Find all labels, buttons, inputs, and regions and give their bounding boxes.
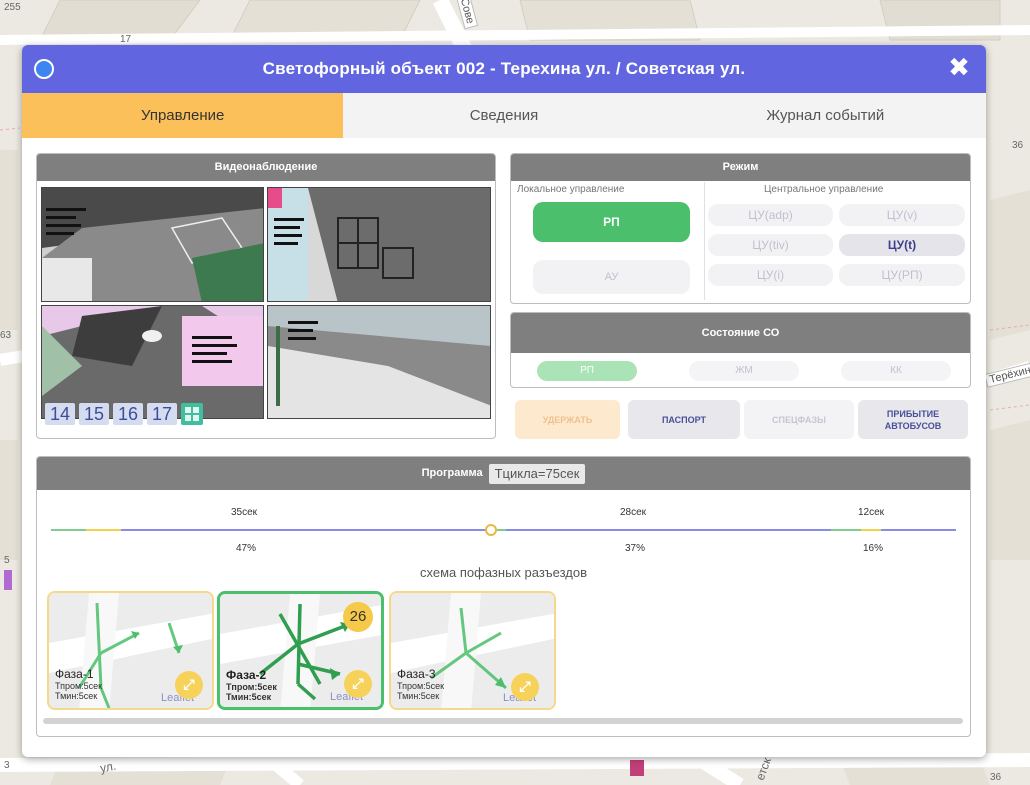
phase-2-expand-icon[interactable]: ⤢ bbox=[344, 670, 372, 698]
mode-panel: Режим Локальное управление Центральное у… bbox=[510, 153, 971, 304]
dialog-title: Светофорный объект 002 - Терехина ул. / … bbox=[262, 59, 746, 78]
phase-3-card[interactable]: Фаза-3 Тпром:5сек Тмин:5сек Leaflet ⤢ bbox=[389, 591, 556, 710]
phase-1-duration: 35сек bbox=[231, 507, 258, 518]
local-control-label: Локальное управление bbox=[517, 184, 625, 195]
camera-feed[interactable] bbox=[41, 305, 264, 419]
camera-16-button[interactable]: 16 bbox=[113, 403, 143, 425]
tab-info[interactable]: Сведения bbox=[343, 93, 664, 138]
state-jm-indicator: ЖМ bbox=[689, 361, 799, 381]
camera-grid: 14 15 16 17 bbox=[41, 187, 491, 427]
hold-button[interactable]: УДЕРЖАТЬ bbox=[515, 400, 620, 439]
map-house-number: 5 bbox=[4, 555, 10, 566]
phase-3-expand-icon[interactable]: ⤢ bbox=[511, 673, 539, 701]
camera-feed[interactable] bbox=[267, 305, 491, 419]
phase-2-name: Фаза-2 bbox=[226, 668, 267, 682]
phase-3-duration: 12сек bbox=[858, 507, 885, 518]
phase-2-tmin: Тмин:5сек bbox=[226, 692, 272, 702]
video-panel: Видеонаблюдение 14 15 16 17 bbox=[36, 153, 496, 439]
camera-15-button[interactable]: 15 bbox=[79, 403, 109, 425]
phase-1-card[interactable]: Фаза-1 Тпром:5сек Тмин:5сек Leaflet ⤢ bbox=[47, 591, 214, 710]
mode-cu-tiv-button[interactable]: ЦУ(tiv) bbox=[708, 234, 833, 256]
mode-cu-i-button[interactable]: ЦУ(i) bbox=[708, 264, 833, 286]
cycle-timeline[interactable] bbox=[51, 523, 956, 537]
bus-arrival-button[interactable]: ПРИБЫТИЕ АВТОБУСОВ bbox=[858, 400, 968, 439]
phase-2-percent: 37% bbox=[625, 543, 646, 554]
map-house-number: 17 bbox=[120, 34, 132, 45]
map-house-number: 63 bbox=[0, 330, 12, 341]
passport-button[interactable]: ПАСПОРТ bbox=[628, 400, 740, 439]
tab-bar: Управление Сведения Журнал событий bbox=[22, 93, 986, 138]
phase-2-timer: 26 bbox=[343, 602, 373, 632]
phase-3-tprom: Тпром:5сек bbox=[397, 681, 445, 691]
mode-rp-button[interactable]: РП bbox=[533, 202, 690, 242]
phase-1-percent: 47% bbox=[236, 543, 257, 554]
close-icon[interactable]: ✖ bbox=[946, 55, 972, 81]
state-kk-indicator: КК bbox=[841, 361, 951, 381]
traffic-light-dialog: Светофорный объект 002 - Терехина ул. / … bbox=[22, 45, 986, 757]
map-street-label: ул. bbox=[98, 758, 118, 776]
special-phases-button[interactable]: СПЕЦФАЗЫ bbox=[744, 400, 854, 439]
program-title: Программа bbox=[421, 467, 483, 479]
map-house-number: 255 bbox=[4, 2, 21, 13]
phase-schema-title: схема пофазных разъездов bbox=[420, 565, 587, 580]
state-rp-indicator: РП bbox=[537, 361, 637, 381]
cycle-position-marker bbox=[485, 524, 497, 536]
map-house-number: 3 bbox=[4, 760, 10, 771]
bus-arrival-line1: ПРИБЫТИЕ bbox=[886, 408, 940, 419]
map-house-number: 36 bbox=[990, 772, 1002, 783]
status-circle-icon bbox=[34, 59, 54, 79]
phase-1-tprom: Тпром:5сек bbox=[55, 681, 103, 691]
phase-1-name: Фаза-1 bbox=[55, 667, 94, 681]
cycle-time-badge: Тцикла=75сек bbox=[488, 463, 586, 484]
state-panel: Состояние СО РП ЖМ КК bbox=[510, 312, 971, 388]
tab-control[interactable]: Управление bbox=[22, 93, 344, 138]
state-panel-title: Состояние СО bbox=[511, 313, 970, 353]
camera-feed[interactable] bbox=[41, 187, 264, 302]
phase-1-expand-icon[interactable]: ⤢ bbox=[175, 671, 203, 699]
tab-event-log[interactable]: Журнал событий bbox=[665, 93, 986, 138]
map-house-number: 36 bbox=[1012, 140, 1024, 151]
phase-1-tmin: Тмин:5сек bbox=[55, 691, 98, 701]
mode-cu-rp-button[interactable]: ЦУ(РП) bbox=[839, 264, 965, 286]
horizontal-scrollbar[interactable] bbox=[43, 718, 963, 724]
camera-14-button[interactable]: 14 bbox=[45, 403, 75, 425]
mode-divider bbox=[704, 182, 705, 300]
phase-3-tmin: Тмин:5сек bbox=[397, 691, 440, 701]
camera-feed[interactable] bbox=[267, 187, 491, 302]
program-panel: Программа Тцикла=75сек 35сек 28сек 12сек… bbox=[36, 456, 971, 737]
camera-17-button[interactable]: 17 bbox=[147, 403, 177, 425]
bus-arrival-line2: АВТОБУСОВ bbox=[884, 420, 942, 431]
program-panel-header: Программа Тцикла=75сек bbox=[37, 457, 970, 490]
mode-au-button[interactable]: АУ bbox=[533, 260, 690, 294]
phase-3-percent: 16% bbox=[863, 543, 884, 554]
grid-icon[interactable] bbox=[181, 403, 203, 425]
phase-2-duration: 28сек bbox=[620, 507, 647, 518]
mode-panel-title: Режим bbox=[511, 154, 970, 181]
phase-2-tprom: Тпром:5сек bbox=[226, 682, 277, 692]
video-panel-title: Видеонаблюдение bbox=[37, 154, 495, 181]
mode-cu-adp-button[interactable]: ЦУ(adp) bbox=[708, 204, 833, 226]
phase-2-card[interactable]: 26 Фаза-2 Тпром:5сек Тмин:5сек Leaflet ⤢ bbox=[217, 591, 384, 710]
camera-selector: 14 15 16 17 bbox=[45, 403, 203, 425]
central-control-label: Центральное управление bbox=[764, 184, 884, 195]
mode-cu-t-button[interactable]: ЦУ(t) bbox=[839, 234, 965, 256]
phase-3-name: Фаза-3 bbox=[397, 667, 436, 681]
dialog-titlebar[interactable]: Светофорный объект 002 - Терехина ул. / … bbox=[22, 45, 986, 93]
mode-cu-v-button[interactable]: ЦУ(v) bbox=[839, 204, 965, 226]
